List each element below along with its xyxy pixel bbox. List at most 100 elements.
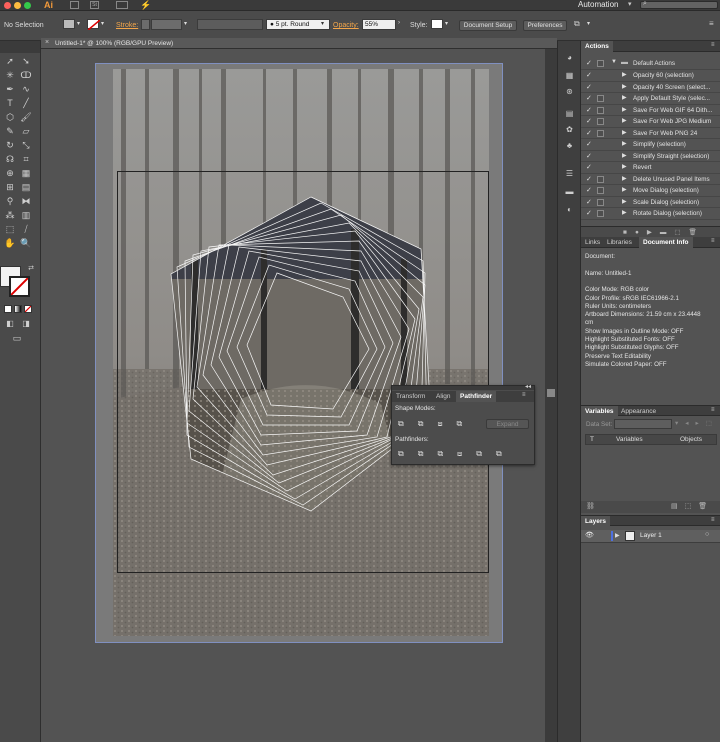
zoom-window-icon[interactable] [24, 2, 31, 9]
target-icon[interactable]: ○ [705, 531, 709, 538]
stroke-panel-icon[interactable]: ☰ [563, 169, 576, 179]
unite-icon[interactable]: ⧉ [398, 419, 418, 428]
opacity-field[interactable]: 55% [362, 19, 396, 30]
pen-tool-icon[interactable]: ✒ [3, 83, 17, 95]
dialog-toggle-icon[interactable] [597, 118, 604, 125]
chevron-right-icon[interactable]: ▶ [622, 117, 627, 124]
tab-variables[interactable]: Variables [581, 406, 618, 417]
selection-tool-icon[interactable]: ➚ [3, 55, 17, 67]
tab-pathfinder[interactable]: Pathfinder [456, 391, 497, 402]
minimize-window-icon[interactable] [14, 2, 21, 9]
chevron-right-icon[interactable]: ▶ [622, 71, 627, 78]
direct-selection-tool-icon[interactable]: ➘ [19, 55, 33, 67]
gpu-performance-icon[interactable]: ⚡ [140, 0, 151, 11]
navigator-icon[interactable]: ⊛ [563, 87, 576, 97]
eyedropper-tool-icon[interactable]: ⚲ [3, 195, 17, 207]
layer-name[interactable]: Layer 1 [640, 532, 662, 539]
chevron-right-icon[interactable]: ▶ [622, 163, 627, 170]
chevron-down-icon[interactable]: ▾ [77, 20, 80, 27]
action-row[interactable]: ✓ ▶ Simplify Straight (selection) [581, 151, 720, 162]
minus-back-icon[interactable]: ⧉ [496, 449, 516, 458]
stroke-weight-field[interactable] [151, 19, 182, 30]
graphic-style-swatch[interactable] [431, 19, 443, 29]
divide-icon[interactable]: ⧉ [398, 449, 418, 458]
dialog-toggle-icon[interactable] [597, 210, 604, 217]
chevron-right-icon[interactable]: ▶ [622, 83, 627, 90]
stroke-label[interactable]: Stroke: [116, 22, 138, 29]
check-icon[interactable]: ✓ [586, 198, 592, 206]
chevron-right-icon[interactable]: ▶ [622, 140, 627, 147]
expand-button[interactable]: Expand [486, 419, 529, 429]
action-row[interactable]: ✓ ▶ Rotate Dialog (selection) [581, 208, 720, 220]
gradient-panel-icon[interactable]: ▬ [563, 187, 576, 197]
chevron-right-icon[interactable]: ▶ [622, 152, 627, 159]
action-set-row[interactable]: ✓ ▼ ▬ Default Actions [581, 58, 720, 70]
merge-icon[interactable]: ⧉ [437, 449, 457, 458]
stock-icon[interactable]: St [90, 1, 99, 9]
gradient-mode-icon[interactable] [14, 305, 22, 313]
new-variable-icon[interactable]: ⬚ [685, 503, 699, 510]
tab-layers[interactable]: Layers [581, 516, 610, 527]
tab-align[interactable]: Align [432, 391, 454, 402]
transparency-icon[interactable]: ◐ [563, 205, 576, 215]
chevron-right-icon[interactable]: ▶ [622, 198, 627, 205]
tab-transform[interactable]: Transform [392, 391, 429, 402]
gradient-tool-icon[interactable]: ▤ [19, 181, 33, 193]
link-icon[interactable]: ⛓ [586, 502, 595, 510]
color-mode-icon[interactable] [4, 305, 12, 313]
check-icon[interactable]: ✓ [586, 129, 592, 137]
draw-inside-icon[interactable]: ◨ [19, 318, 33, 330]
scroll-thumb[interactable] [547, 389, 555, 397]
chevron-right-icon[interactable]: ▶ [622, 129, 627, 136]
new-action-icon[interactable]: ⬚ [674, 229, 688, 236]
chevron-right-icon[interactable]: ▶ [622, 106, 627, 113]
artboard-tool-icon[interactable]: ⬚ [3, 223, 17, 235]
check-icon[interactable]: ✓ [586, 59, 592, 67]
check-icon[interactable]: ✓ [586, 94, 592, 102]
color-guide-icon[interactable]: ▦ [563, 71, 576, 81]
outline-icon[interactable]: ⧉ [476, 449, 496, 458]
chevron-right-icon[interactable]: ▶ [622, 175, 627, 182]
action-row[interactable]: ✓ ▶ Opacity 60 (selection) [581, 70, 720, 82]
action-row[interactable]: ✓ ▶ Scale Dialog (selection) [581, 197, 720, 208]
fill-swatch[interactable] [63, 19, 75, 29]
chevron-down-icon[interactable]: ▾ [184, 20, 187, 27]
action-row[interactable]: ✓ ▶ Opacity 40 Screen (select... [581, 82, 720, 93]
crop-icon[interactable]: ⧈ [457, 449, 476, 458]
action-row[interactable]: ✓ ▶ Revert [581, 162, 720, 174]
swatches-icon[interactable]: ▤ [563, 109, 576, 119]
vertical-scrollbar[interactable] [545, 49, 557, 742]
zoom-tool-icon[interactable]: 🔍 [19, 237, 33, 249]
arrange-documents-icon[interactable] [116, 1, 128, 9]
brushes-icon[interactable]: ✿ [563, 125, 576, 135]
panel-menu-icon[interactable]: ≡ [522, 392, 526, 398]
chevron-right-icon[interactable]: ▶ [622, 94, 627, 101]
stroke-weight-stepper[interactable] [141, 19, 150, 30]
tools-panel-header[interactable] [0, 41, 40, 53]
perspective-grid-tool-icon[interactable]: ▦ [19, 167, 33, 179]
check-icon[interactable]: ✓ [586, 117, 592, 125]
check-icon[interactable]: ✓ [586, 140, 592, 148]
chevron-down-icon[interactable]: ▾ [675, 420, 685, 427]
chevron-right-icon[interactable]: › [398, 20, 400, 26]
check-icon[interactable]: ✓ [586, 163, 592, 171]
action-row[interactable]: ✓ ▶ Simplify (selection) [581, 139, 720, 151]
dialog-toggle-icon[interactable] [597, 175, 604, 183]
panel-grip[interactable] [392, 386, 534, 390]
curvature-tool-icon[interactable]: ∿ [19, 83, 33, 95]
new-set-icon[interactable]: ▬ [660, 229, 675, 236]
rotate-tool-icon[interactable]: ↻ [3, 139, 17, 151]
stop-icon[interactable]: ■ [623, 229, 635, 236]
stroke-color-swatch[interactable] [9, 276, 30, 297]
trim-icon[interactable]: ⧉ [418, 449, 438, 458]
action-row[interactable]: ✓ ▶ Save For Web PNG 24 [581, 128, 720, 139]
minus-front-icon[interactable]: ⧉ [418, 419, 438, 428]
close-window-icon[interactable] [4, 2, 11, 9]
panel-menu-icon[interactable]: ≡ [711, 407, 715, 413]
paintbrush-tool-icon[interactable]: 🖌 [19, 111, 33, 123]
capture-icon[interactable]: ⬚ [706, 420, 719, 427]
blend-tool-icon[interactable]: ⧓ [19, 195, 33, 207]
action-row[interactable]: ✓ ▶ Move Dialog (selection) [581, 185, 720, 197]
eraser-tool-icon[interactable]: ▱ [19, 125, 33, 137]
search-input[interactable]: ⌕ [640, 0, 718, 9]
